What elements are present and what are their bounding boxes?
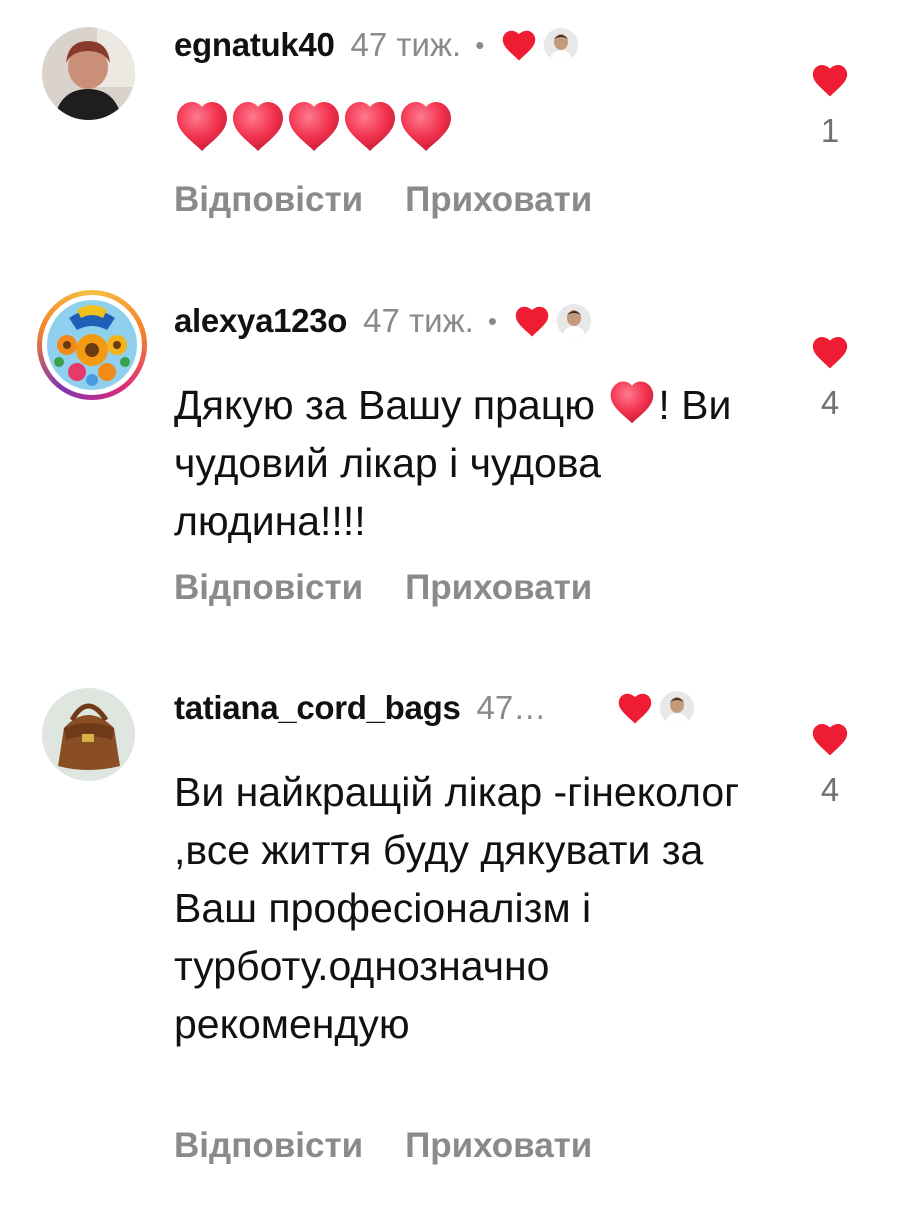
like-count: 4 <box>820 771 840 808</box>
comment-header: alexya123o 47 тиж. • <box>174 301 591 341</box>
avatar-flowers-image <box>47 300 137 390</box>
avatar[interactable] <box>37 290 147 400</box>
hide-button[interactable]: Приховати <box>405 180 592 220</box>
comment-text-part: Дякую за Вашу працю <box>174 382 607 428</box>
heart-icon <box>812 336 848 369</box>
username[interactable]: egnatuk40 <box>174 26 335 64</box>
hearts-emoji <box>174 97 774 155</box>
creator-avatar <box>556 304 591 338</box>
reply-button[interactable]: Відповісти <box>174 568 363 608</box>
avatar-bag-photo <box>42 688 135 781</box>
comment-actions: Відповісти Приховати <box>174 1126 592 1166</box>
comment-text: Ви найкращій лікар -гінеколог ,все життя… <box>174 769 740 1047</box>
comment-text: Дякую за Вашу працю ! Ви чудовий лікар і… <box>174 376 774 550</box>
heart-emoji-icon <box>611 381 654 424</box>
like-count: 4 <box>820 384 840 421</box>
like-button[interactable]: 4 <box>806 334 854 422</box>
creator-liked-heart-icon <box>616 691 654 725</box>
heart-icon <box>812 64 848 97</box>
avatar-photo <box>42 27 135 120</box>
timestamp: 47… <box>476 689 547 726</box>
timestamp: 47 тиж. <box>350 26 462 63</box>
comment-header: egnatuk40 47 тиж. • <box>174 25 579 65</box>
comment-text <box>174 97 774 155</box>
username[interactable]: alexya123o <box>174 302 347 340</box>
hide-button[interactable]: Приховати <box>405 568 592 608</box>
reply-button[interactable]: Відповісти <box>174 180 363 220</box>
comment-header: tatiana_cord_bags 47… <box>174 688 695 728</box>
creator-avatar <box>660 691 695 725</box>
creator-liked-heart-icon <box>513 304 551 338</box>
like-button[interactable]: 4 <box>806 721 854 809</box>
heart-icon <box>812 723 848 756</box>
username[interactable]: tatiana_cord_bags <box>174 689 461 727</box>
avatar[interactable] <box>42 688 135 781</box>
hide-button[interactable]: Приховати <box>405 1126 592 1166</box>
creator-liked-heart-icon <box>500 28 538 62</box>
comment-actions: Відповісти Приховати <box>174 568 592 608</box>
comment-actions: Відповісти Приховати <box>174 180 592 220</box>
comment-list: egnatuk40 47 тиж. • Відповісти Приховати… <box>0 0 904 1205</box>
avatar[interactable] <box>42 27 135 120</box>
separator-dot: • <box>475 29 485 60</box>
timestamp: 47 тиж. <box>363 302 474 339</box>
like-count: 1 <box>820 112 840 149</box>
heart-emoji-icon <box>177 102 451 151</box>
like-button[interactable]: 1 <box>806 62 854 150</box>
separator-dot: • <box>487 305 497 336</box>
creator-avatar <box>544 28 579 62</box>
reply-button[interactable]: Відповісти <box>174 1126 363 1166</box>
